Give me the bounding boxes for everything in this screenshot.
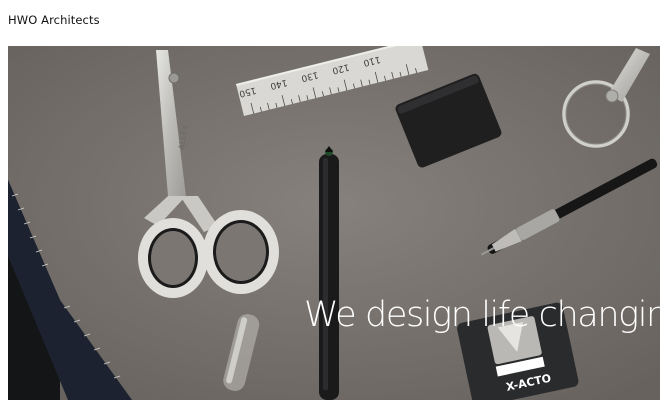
brand-logo-link[interactable]: HWO Architects <box>8 13 100 27</box>
hero-photo: 150 140 130 120 110 ALLEX X-ACTO <box>8 46 660 400</box>
hero-headline: We design life changing <box>304 295 660 335</box>
black-pen <box>319 146 339 400</box>
site-header: HWO Architects <box>0 0 660 46</box>
hero-banner: 150 140 130 120 110 ALLEX X-ACTO We desi… <box>8 46 660 400</box>
